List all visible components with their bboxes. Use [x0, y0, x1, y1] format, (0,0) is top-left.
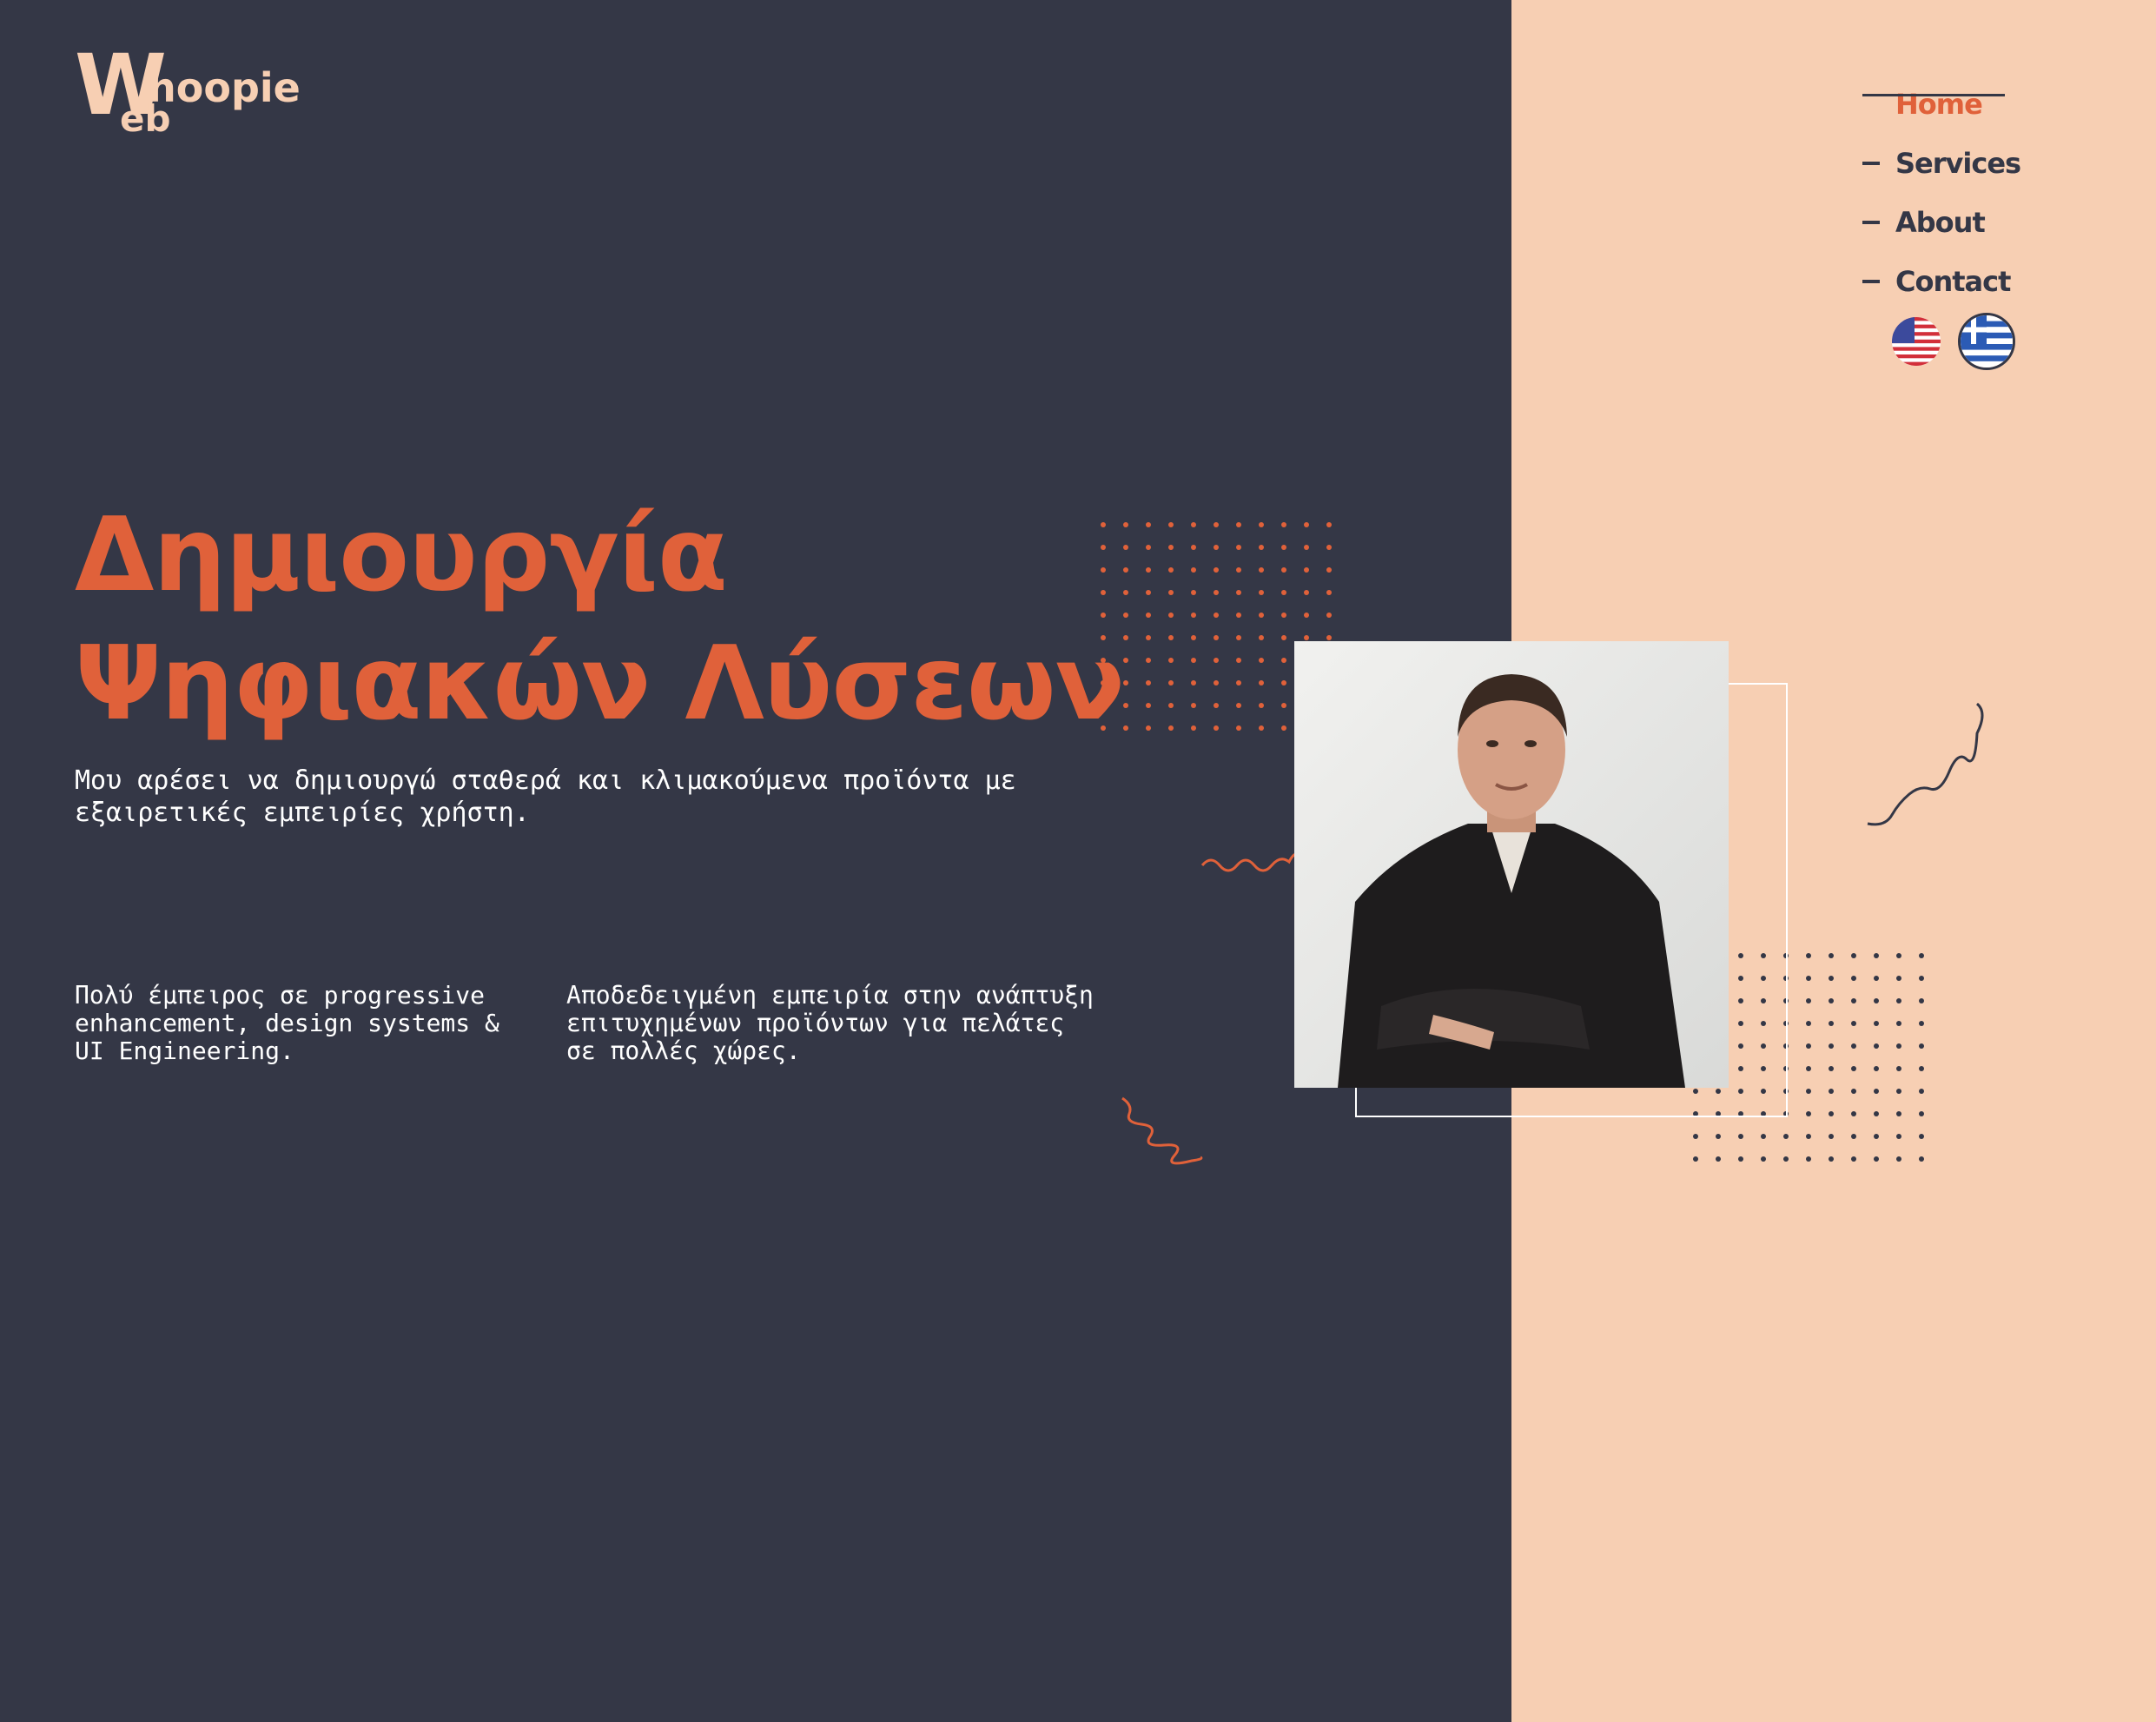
decor-dot-dark — [1783, 1156, 1789, 1162]
decor-dot-dark — [1806, 953, 1811, 958]
decor-dot-dark — [1806, 1043, 1811, 1049]
decor-dot-dark — [1851, 1066, 1856, 1071]
decor-dot-dark — [1829, 976, 1834, 981]
hero-title: Δημιουργία Ψηφιακών Λύσεων — [75, 490, 1125, 747]
decor-dot-dark — [1919, 1111, 1924, 1116]
feature-text-2: Αποδεδειγμένη εμπειρία στην ανάπτυξη επι… — [566, 981, 1094, 1065]
decor-dot-dark — [1851, 998, 1856, 1003]
decor-dot-dark — [1851, 1156, 1856, 1162]
decor-dot-dark — [1851, 953, 1856, 958]
dark-panel — [0, 0, 1511, 1722]
decor-dot-dark — [1851, 1021, 1856, 1026]
decor-dot-dark — [1851, 976, 1856, 981]
decor-dot-dark — [1851, 1111, 1856, 1116]
decor-dot-dark — [1806, 1089, 1811, 1094]
decor-dot-dark — [1919, 976, 1924, 981]
decor-dot-dark — [1806, 1156, 1811, 1162]
decor-dot-dark — [1829, 998, 1834, 1003]
decor-dot-dark — [1874, 1089, 1879, 1094]
portrait-photo — [1294, 641, 1729, 1088]
decor-dot-dark — [1874, 1043, 1879, 1049]
decor-dot-dark — [1896, 1021, 1901, 1026]
portrait-illustration — [1294, 641, 1729, 1088]
decor-dot-dark — [1874, 953, 1879, 958]
decor-dot-dark — [1738, 1156, 1743, 1162]
decor-dot-dark — [1829, 1043, 1834, 1049]
decor-dot-dark — [1874, 1066, 1879, 1071]
logo-word-bottom: eb — [120, 97, 171, 140]
decor-dot-dark — [1806, 1021, 1811, 1026]
decor-dot-dark — [1919, 998, 1924, 1003]
decor-dot-dark — [1874, 1134, 1879, 1139]
decor-dot-dark — [1716, 1134, 1721, 1139]
squiggle-dark — [1867, 702, 1984, 826]
decor-dot-dark — [1806, 998, 1811, 1003]
decor-dot-dark — [1919, 1021, 1924, 1026]
nav-item-services[interactable]: Services — [1862, 134, 2021, 193]
whoopie-web-logo[interactable]: W hoopie eb — [75, 43, 301, 151]
active-strike — [1862, 94, 2005, 96]
decor-dot-dark — [1829, 953, 1834, 958]
decor-dot-dark — [1896, 976, 1901, 981]
decor-dot-dark — [1896, 1156, 1901, 1162]
decor-dot-dark — [1716, 1156, 1721, 1162]
decor-dot-dark — [1896, 953, 1901, 958]
decor-dot-dark — [1874, 998, 1879, 1003]
decor-dot-dark — [1896, 1043, 1901, 1049]
decor-dot-dark — [1761, 1134, 1766, 1139]
decor-dot-dark — [1874, 1111, 1879, 1116]
decor-dot-dark — [1896, 1111, 1901, 1116]
hero-title-line1: Δημιουργία — [75, 494, 728, 614]
hero-title-line2: Ψηφιακών Λύσεων — [75, 623, 1125, 743]
feature-text-1: Πολύ έμπειρος σε progressive enhancement… — [75, 981, 499, 1065]
decor-dot-dark — [1761, 1156, 1766, 1162]
nav-label-home: Home — [1895, 88, 1983, 121]
decor-dot-dark — [1919, 1043, 1924, 1049]
decor-dot-dark — [1806, 1111, 1811, 1116]
decor-dot-dark — [1829, 1111, 1834, 1116]
decor-dot-dark — [1806, 1134, 1811, 1139]
hero-lead: Μου αρέσει να δημιουργώ σταθερά και κλιμ… — [75, 765, 1016, 828]
main-nav: Home Services About Contact — [1862, 75, 2021, 311]
nav-dash — [1862, 162, 1880, 165]
decor-dot-dark — [1693, 1134, 1698, 1139]
decor-dot-dark — [1919, 1066, 1924, 1071]
decor-dot-dark — [1829, 1156, 1834, 1162]
nav-label-about: About — [1895, 206, 1986, 239]
decor-dot-dark — [1896, 1134, 1901, 1139]
nav-item-about[interactable]: About — [1862, 193, 2020, 252]
decor-dot-dark — [1738, 1134, 1743, 1139]
decor-dot-dark — [1829, 1066, 1834, 1071]
decor-dot-dark — [1829, 1089, 1834, 1094]
greece-flag-icon[interactable] — [1958, 313, 2015, 370]
decor-dot-dark — [1919, 953, 1924, 958]
decor-dot-dark — [1919, 1089, 1924, 1094]
nav-item-home[interactable]: Home — [1862, 75, 2020, 134]
decor-dot-dark — [1919, 1156, 1924, 1162]
decor-dot-dark — [1851, 1043, 1856, 1049]
decor-dot-dark — [1896, 1089, 1901, 1094]
us-flag-icon[interactable] — [1892, 317, 1941, 366]
nav-dash — [1862, 280, 1880, 283]
decor-dot-dark — [1874, 976, 1879, 981]
decor-dot-dark — [1806, 1066, 1811, 1071]
decor-dot-dark — [1783, 1134, 1789, 1139]
decor-dot-dark — [1919, 1134, 1924, 1139]
decor-dot-dark — [1851, 1089, 1856, 1094]
decor-dot-dark — [1874, 1021, 1879, 1026]
decor-dot-dark — [1806, 976, 1811, 981]
nav-dash — [1862, 221, 1880, 224]
language-switcher — [1892, 313, 2015, 370]
decor-dot-dark — [1829, 1134, 1834, 1139]
nav-item-contact[interactable]: Contact — [1862, 252, 2020, 311]
nav-label-services: Services — [1895, 147, 2021, 180]
decor-dot-dark — [1896, 1066, 1901, 1071]
decor-dot-dark — [1693, 1156, 1698, 1162]
decor-dot-dark — [1896, 998, 1901, 1003]
decor-dot-dark — [1851, 1134, 1856, 1139]
decor-dot-dark — [1874, 1156, 1879, 1162]
decor-dot-dark — [1829, 1021, 1834, 1026]
nav-label-contact: Contact — [1895, 265, 2011, 298]
